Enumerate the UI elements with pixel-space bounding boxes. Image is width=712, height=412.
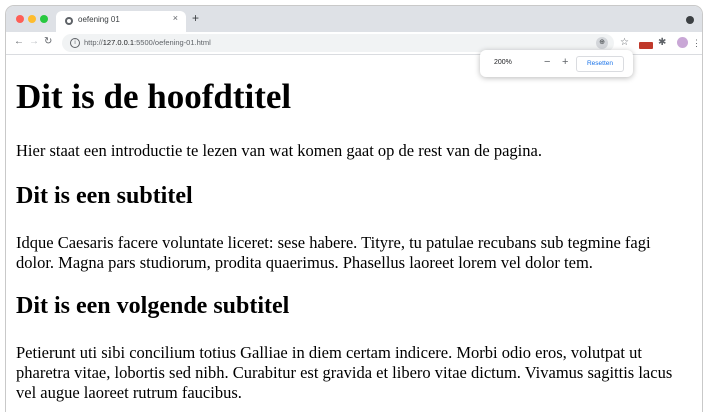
back-button[interactable]: ← [14,35,24,49]
forward-button[interactable]: → [29,35,39,49]
tab-search-icon[interactable] [686,16,694,24]
tab-title: oefening 01 [78,15,120,24]
new-tab-button[interactable]: + [192,12,199,24]
info-icon[interactable]: i [70,38,80,48]
close-window-button[interactable] [16,15,24,23]
profile-avatar[interactable] [677,37,688,48]
reload-button[interactable]: ↻ [44,35,52,49]
url-scheme: http:// [84,38,103,47]
url-path: :5500/oefening-01.html [134,38,211,47]
zoom-out-button[interactable]: − [544,56,550,68]
page-title: Dit is de hoofdtitel [16,77,292,116]
globe-icon [65,17,73,25]
extension-icon[interactable] [639,42,653,49]
body-paragraph-2: Petierunt uti sibi concilium totius Gall… [16,343,673,402]
tab-strip: oefening 01 × + [6,6,702,32]
url-host: 127.0.0.1 [102,38,135,47]
zoom-in-button[interactable]: + [562,56,568,68]
close-tab-icon[interactable]: × [173,13,178,23]
url-text[interactable]: http://127.0.0.1:5500/oefening-01.html [84,38,211,47]
tab-oefening-01[interactable]: oefening 01 × [56,11,186,32]
reset-zoom-button[interactable]: Resetten [576,56,624,72]
extensions-puzzle-icon[interactable]: ✱ [658,36,666,50]
browser-window: oefening 01 × + ← → ↻ i http://127.0.0.1… [6,6,702,412]
maximize-window-button[interactable] [40,15,48,23]
intro-paragraph: Hier staat een introductie te lezen van … [16,141,542,160]
subtitle-heading: Dit is een subtitel [16,183,193,209]
menu-icon[interactable]: ⋮ [692,36,701,50]
zoom-popup: 200% − + Resetten [480,50,633,77]
minimize-window-button[interactable] [28,15,36,23]
zoom-icon[interactable]: ⊕ [596,37,608,49]
next-subtitle-heading: Dit is een volgende subtitel [16,293,290,319]
page-content: Dit is de hoofdtitel Hier staat een intr… [6,55,702,412]
bookmark-star-icon[interactable]: ☆ [620,36,629,50]
zoom-level: 200% [494,59,512,66]
body-paragraph-1: Idque Caesaris facere voluntate liceret:… [16,233,651,272]
